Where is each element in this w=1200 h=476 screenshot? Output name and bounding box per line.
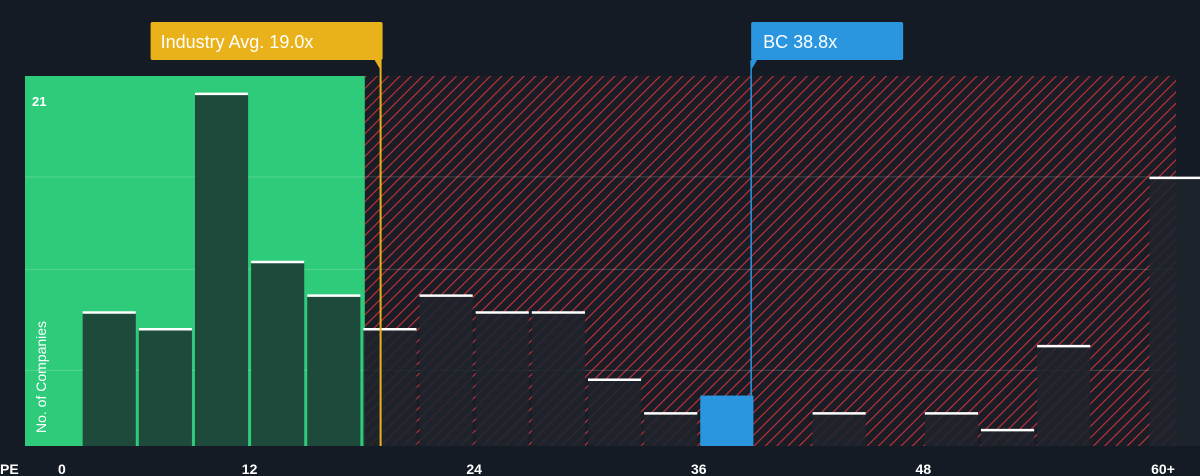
x-tick-label-5: 60+ <box>1151 461 1175 476</box>
bar-36 <box>700 395 754 446</box>
chart-svg: Industry Avg. 19.0x BC 38.8x 21 No. of Comp… <box>0 22 1200 476</box>
bar-21 <box>419 294 473 446</box>
bar-33 <box>644 412 698 446</box>
bar-24 <box>475 311 529 446</box>
industry-avg-pointer <box>374 60 381 70</box>
bar-54 <box>1037 345 1091 446</box>
bar-51 <box>980 429 1035 446</box>
pe-distribution-chart: Industry Avg. 19.0x BC 38.8x 21 No. of Comp… <box>0 0 1200 476</box>
x-tick-label-1: 12 <box>242 461 258 476</box>
bar-60 <box>1149 176 1200 446</box>
x-tick-label-4: 48 <box>916 461 932 476</box>
y-max-label: 21 <box>32 94 46 109</box>
bar-18 <box>363 328 417 446</box>
company-pointer <box>751 60 758 70</box>
x-axis-label: PE <box>0 461 19 476</box>
company-label: BC 38.8x <box>763 32 837 52</box>
bar-15 <box>307 294 361 446</box>
bar-3 <box>82 311 136 446</box>
y-axis-label: No. of Companies <box>33 321 49 433</box>
x-tick-label-3: 36 <box>691 461 707 476</box>
x-tick-label-2: 24 <box>466 461 482 476</box>
bar-27 <box>531 311 585 446</box>
bar-30 <box>587 378 642 446</box>
bar-9 <box>194 92 249 447</box>
bar-48 <box>924 412 978 446</box>
industry-avg-label: Industry Avg. 19.0x <box>161 32 314 52</box>
bar-12 <box>251 261 305 446</box>
x-tick-label-0: 0 <box>58 461 66 476</box>
bar-42 <box>812 412 866 446</box>
bar-6 <box>138 328 192 446</box>
